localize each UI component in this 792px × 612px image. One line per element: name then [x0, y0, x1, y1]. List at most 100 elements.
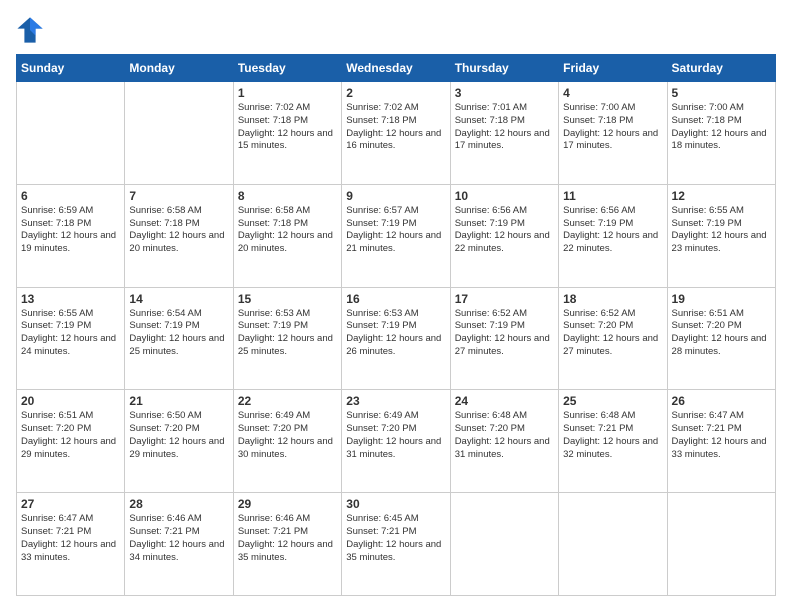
week-row-1: 6 Sunrise: 6:59 AM Sunset: 7:18 PM Daylig…	[17, 184, 776, 287]
day-info: Sunrise: 6:55 AM Sunset: 7:19 PM Dayligh…	[672, 205, 771, 256]
calendar-cell: 18 Sunrise: 6:52 AM Sunset: 7:20 PM Dayli…	[559, 287, 667, 390]
calendar-cell: 11 Sunrise: 6:56 AM Sunset: 7:19 PM Dayli…	[559, 184, 667, 287]
day-number: 19	[672, 292, 771, 306]
day-number: 29	[238, 497, 337, 511]
day-info: Sunrise: 6:53 AM Sunset: 7:19 PM Dayligh…	[346, 308, 445, 359]
calendar-cell: 9 Sunrise: 6:57 AM Sunset: 7:19 PM Daylig…	[342, 184, 450, 287]
calendar-cell: 19Sunrise: 6:51 AM Sunset: 7:20 PM Dayli…	[667, 287, 775, 390]
day-info: Sunrise: 6:49 AM Sunset: 7:20 PM Dayligh…	[238, 410, 337, 461]
weekday-tuesday: Tuesday	[233, 55, 341, 82]
day-number: 9	[346, 189, 445, 203]
day-info: Sunrise: 6:46 AM Sunset: 7:21 PM Dayligh…	[238, 513, 337, 564]
day-info: Sunrise: 6:51 AM Sunset: 7:20 PM Dayligh…	[21, 410, 120, 461]
calendar-cell: 3 Sunrise: 7:01 AM Sunset: 7:18 PM Daylig…	[450, 82, 558, 185]
day-number: 30	[346, 497, 445, 511]
day-info: Sunrise: 6:47 AM Sunset: 7:21 PM Dayligh…	[672, 410, 771, 461]
calendar-cell: 8 Sunrise: 6:58 AM Sunset: 7:18 PM Daylig…	[233, 184, 341, 287]
calendar-cell	[559, 493, 667, 596]
calendar-cell: 16Sunrise: 6:53 AM Sunset: 7:19 PM Dayli…	[342, 287, 450, 390]
day-number: 26	[672, 394, 771, 408]
logo-icon	[16, 16, 44, 44]
day-number: 24	[455, 394, 554, 408]
calendar-cell: 14 Sunrise: 6:54 AM Sunset: 7:19 PM Dayli…	[125, 287, 233, 390]
calendar: SundayMondayTuesdayWednesdayThursdayFrid…	[16, 54, 776, 596]
weekday-saturday: Saturday	[667, 55, 775, 82]
day-number: 3	[455, 86, 554, 100]
calendar-cell: 21 Sunrise: 6:50 AM Sunset: 7:20 PM Dayli…	[125, 390, 233, 493]
calendar-cell: 5Sunrise: 7:00 AM Sunset: 7:18 PM Daylig…	[667, 82, 775, 185]
day-info: Sunrise: 6:57 AM Sunset: 7:19 PM Dayligh…	[346, 205, 445, 256]
calendar-cell: 17 Sunrise: 6:52 AM Sunset: 7:19 PM Dayli…	[450, 287, 558, 390]
calendar-cell: 29 Sunrise: 6:46 AM Sunset: 7:21 PM Dayli…	[233, 493, 341, 596]
day-number: 20	[21, 394, 120, 408]
day-number: 4	[563, 86, 662, 100]
day-info: Sunrise: 6:59 AM Sunset: 7:18 PM Dayligh…	[21, 205, 120, 256]
day-info: Sunrise: 6:48 AM Sunset: 7:20 PM Dayligh…	[455, 410, 554, 461]
day-info: Sunrise: 6:54 AM Sunset: 7:19 PM Dayligh…	[129, 308, 228, 359]
calendar-cell: 20 Sunrise: 6:51 AM Sunset: 7:20 PM Dayli…	[17, 390, 125, 493]
day-number: 17	[455, 292, 554, 306]
day-number: 23	[346, 394, 445, 408]
weekday-sunday: Sunday	[17, 55, 125, 82]
calendar-cell: 28Sunrise: 6:46 AM Sunset: 7:21 PM Dayli…	[125, 493, 233, 596]
day-info: Sunrise: 6:48 AM Sunset: 7:21 PM Dayligh…	[563, 410, 662, 461]
calendar-cell: 12Sunrise: 6:55 AM Sunset: 7:19 PM Dayli…	[667, 184, 775, 287]
week-row-3: 20 Sunrise: 6:51 AM Sunset: 7:20 PM Dayli…	[17, 390, 776, 493]
day-number: 18	[563, 292, 662, 306]
day-number: 15	[238, 292, 337, 306]
day-number: 1	[238, 86, 337, 100]
day-info: Sunrise: 6:58 AM Sunset: 7:18 PM Dayligh…	[238, 205, 337, 256]
day-number: 21	[129, 394, 228, 408]
day-info: Sunrise: 7:02 AM Sunset: 7:18 PM Dayligh…	[238, 102, 337, 153]
week-row-2: 13 Sunrise: 6:55 AM Sunset: 7:19 PM Dayli…	[17, 287, 776, 390]
day-info: Sunrise: 6:52 AM Sunset: 7:20 PM Dayligh…	[563, 308, 662, 359]
weekday-monday: Monday	[125, 55, 233, 82]
calendar-cell: 26 Sunrise: 6:47 AM Sunset: 7:21 PM Dayli…	[667, 390, 775, 493]
calendar-cell: 15 Sunrise: 6:53 AM Sunset: 7:19 PM Dayli…	[233, 287, 341, 390]
calendar-cell: 30 Sunrise: 6:45 AM Sunset: 7:21 PM Dayli…	[342, 493, 450, 596]
calendar-cell	[17, 82, 125, 185]
day-info: Sunrise: 7:01 AM Sunset: 7:18 PM Dayligh…	[455, 102, 554, 153]
calendar-cell: 13 Sunrise: 6:55 AM Sunset: 7:19 PM Dayli…	[17, 287, 125, 390]
calendar-cell: 10Sunrise: 6:56 AM Sunset: 7:19 PM Dayli…	[450, 184, 558, 287]
week-row-4: 27Sunrise: 6:47 AM Sunset: 7:21 PM Dayli…	[17, 493, 776, 596]
weekday-header-row: SundayMondayTuesdayWednesdayThursdayFrid…	[17, 55, 776, 82]
day-info: Sunrise: 7:02 AM Sunset: 7:18 PM Dayligh…	[346, 102, 445, 153]
day-info: Sunrise: 6:45 AM Sunset: 7:21 PM Dayligh…	[346, 513, 445, 564]
day-info: Sunrise: 6:52 AM Sunset: 7:19 PM Dayligh…	[455, 308, 554, 359]
calendar-cell: 1 Sunrise: 7:02 AM Sunset: 7:18 PM Daylig…	[233, 82, 341, 185]
weekday-wednesday: Wednesday	[342, 55, 450, 82]
calendar-cell	[450, 493, 558, 596]
day-number: 5	[672, 86, 771, 100]
calendar-cell	[125, 82, 233, 185]
day-number: 27	[21, 497, 120, 511]
header	[16, 16, 776, 44]
weekday-friday: Friday	[559, 55, 667, 82]
day-number: 8	[238, 189, 337, 203]
day-info: Sunrise: 6:50 AM Sunset: 7:20 PM Dayligh…	[129, 410, 228, 461]
weekday-thursday: Thursday	[450, 55, 558, 82]
day-number: 11	[563, 189, 662, 203]
day-info: Sunrise: 6:55 AM Sunset: 7:19 PM Dayligh…	[21, 308, 120, 359]
day-info: Sunrise: 6:49 AM Sunset: 7:20 PM Dayligh…	[346, 410, 445, 461]
calendar-cell	[667, 493, 775, 596]
calendar-cell: 6 Sunrise: 6:59 AM Sunset: 7:18 PM Daylig…	[17, 184, 125, 287]
day-info: Sunrise: 6:56 AM Sunset: 7:19 PM Dayligh…	[563, 205, 662, 256]
calendar-cell: 25Sunrise: 6:48 AM Sunset: 7:21 PM Dayli…	[559, 390, 667, 493]
calendar-cell: 24 Sunrise: 6:48 AM Sunset: 7:20 PM Dayli…	[450, 390, 558, 493]
day-number: 22	[238, 394, 337, 408]
logo	[16, 16, 48, 44]
calendar-cell: 2Sunrise: 7:02 AM Sunset: 7:18 PM Daylig…	[342, 82, 450, 185]
page: SundayMondayTuesdayWednesdayThursdayFrid…	[0, 0, 792, 612]
day-number: 13	[21, 292, 120, 306]
day-info: Sunrise: 6:53 AM Sunset: 7:19 PM Dayligh…	[238, 308, 337, 359]
calendar-cell: 23 Sunrise: 6:49 AM Sunset: 7:20 PM Dayli…	[342, 390, 450, 493]
day-info: Sunrise: 6:58 AM Sunset: 7:18 PM Dayligh…	[129, 205, 228, 256]
day-info: Sunrise: 6:46 AM Sunset: 7:21 PM Dayligh…	[129, 513, 228, 564]
day-number: 10	[455, 189, 554, 203]
day-number: 7	[129, 189, 228, 203]
day-number: 14	[129, 292, 228, 306]
day-number: 6	[21, 189, 120, 203]
week-row-0: 1 Sunrise: 7:02 AM Sunset: 7:18 PM Daylig…	[17, 82, 776, 185]
calendar-cell: 22 Sunrise: 6:49 AM Sunset: 7:20 PM Dayli…	[233, 390, 341, 493]
